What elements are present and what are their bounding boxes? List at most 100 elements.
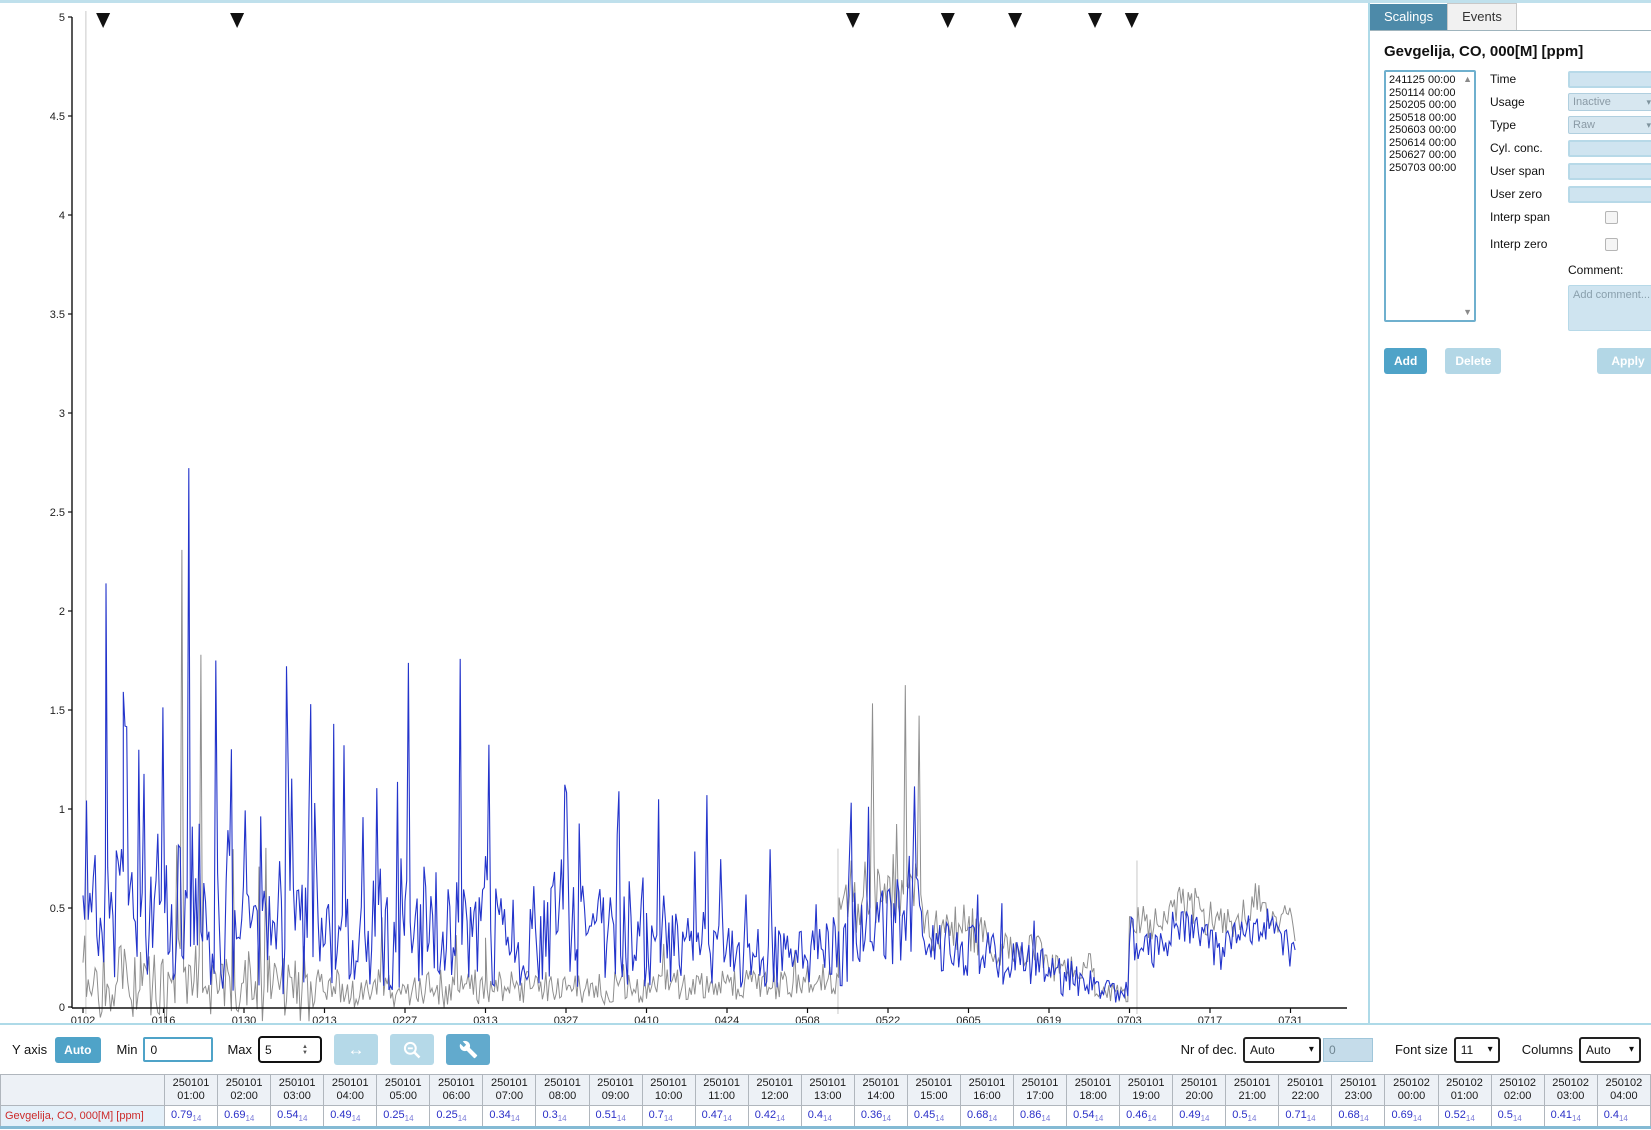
scaling-list-item[interactable]: 241125 00:00 [1389,74,1474,87]
scaling-list-item[interactable]: 250703 00:00 [1389,162,1474,175]
table-header-cell: 25010204:00 [1597,1075,1650,1106]
wrench-icon [459,1040,478,1059]
chart-panel: 54.543.532.521.510.500102011601300213022… [0,3,1370,1023]
cyl-conc-label: Cyl. conc. [1490,141,1568,155]
table-header-cell: 25010200:00 [1385,1075,1438,1106]
nr-of-dec-extra-input[interactable] [1323,1038,1373,1062]
table-header-cell: 25010104:00 [324,1075,377,1106]
comment-textarea[interactable] [1568,285,1651,331]
scaling-marker-icon[interactable] [96,13,110,28]
scaling-list-item[interactable]: 250205 00:00 [1389,99,1474,112]
y-tick-label: 4.5 [50,111,65,123]
type-label: Type [1490,118,1568,132]
scaling-marker-icon[interactable] [1008,13,1022,28]
user-span-label: User span [1490,164,1568,178]
usage-select[interactable]: Inactive▾ [1568,93,1651,111]
main-area: 54.543.532.521.510.500102011601300213022… [0,3,1651,1023]
table-header-cell: 25010109:00 [589,1075,642,1106]
table-value-cell: 0.7114 [1279,1106,1332,1128]
table-value-cell: 0.4514 [907,1106,960,1128]
scaling-buttons: Add Delete Apply [1370,334,1651,374]
table-value-cell: 0.6914 [218,1106,271,1128]
time-field[interactable] [1568,71,1651,88]
apply-button[interactable]: Apply [1597,348,1651,374]
x-tick-label: 0522 [876,1015,900,1023]
scaling-list-item[interactable]: 250603 00:00 [1389,124,1474,137]
y-tick-label: 2 [59,606,65,618]
scaling-marker-icon[interactable] [846,13,860,28]
x-tick-label: 0213 [312,1015,336,1023]
interp-span-label: Interp span [1490,210,1568,224]
table-value-cell: 0.2514 [430,1106,483,1128]
scroll-up-icon[interactable]: ▲ [1463,75,1472,84]
table-corner-cell [1,1075,165,1106]
table-header-cell: 25010119:00 [1120,1075,1173,1106]
min-label: Min [117,1042,138,1057]
x-tick-label: 0731 [1278,1015,1302,1023]
bottom-toolbar: Y axis Auto Min Max ▲▼ ↔ Nr of dec. Auto… [0,1023,1651,1074]
table-header-cell: 25010122:00 [1279,1075,1332,1106]
y-tick-label: 1.5 [50,705,65,717]
app-window: 54.543.532.521.510.500102011601300213022… [0,0,1651,1130]
columns-select[interactable]: Auto▾ [1579,1037,1641,1063]
user-span-field[interactable] [1568,163,1651,180]
delete-button[interactable]: Delete [1445,348,1501,374]
y-max-input[interactable] [265,1043,299,1057]
horizontal-arrows-icon: ↔ [348,1040,365,1060]
scroll-down-icon[interactable]: ▼ [1463,308,1472,317]
y-min-input[interactable] [143,1037,213,1062]
table-header-cell: 25010102:00 [218,1075,271,1106]
user-zero-label: User zero [1490,187,1568,201]
cyl-conc-field[interactable] [1568,140,1651,157]
table-value-cell: 0.314 [536,1106,589,1128]
y-tick-label: 2.5 [50,507,65,519]
y-axis-auto-button[interactable]: Auto [55,1037,100,1063]
zoom-out-button[interactable] [390,1034,434,1065]
table-value-cell: 0.414 [801,1106,854,1128]
table-value-cell: 0.4214 [748,1106,801,1128]
table-value-cell: 0.714 [642,1106,695,1128]
type-select[interactable]: Raw▾ [1568,116,1651,134]
interp-span-checkbox[interactable] [1605,211,1618,224]
table-header-cell: 25010103:00 [271,1075,324,1106]
y-tick-label: 1 [59,804,65,816]
table-value-cell: 0.3414 [483,1106,536,1128]
chevron-down-icon: ▾ [1629,1044,1634,1055]
tab-bar: Scalings Events [1370,3,1651,31]
scaling-listbox[interactable]: ▲ ▼ 241125 00:00250114 00:00250205 00:00… [1384,70,1476,322]
add-button[interactable]: Add [1384,348,1427,374]
time-label: Time [1490,72,1568,86]
nr-of-dec-select[interactable]: Auto▾ [1243,1037,1321,1063]
timeseries-chart[interactable]: 54.543.532.521.510.500102011601300213022… [0,3,1370,1023]
font-size-select[interactable]: 11▾ [1454,1037,1500,1063]
interp-zero-checkbox[interactable] [1605,238,1618,251]
x-tick-label: 0605 [956,1015,980,1023]
max-label: Max [227,1042,252,1057]
y-tick-label: 0.5 [50,903,65,915]
scaling-marker-icon[interactable] [230,13,244,28]
table-value-cell: 0.5414 [271,1106,324,1128]
table-header-cell: 25010101:00 [165,1075,218,1106]
scaling-marker-icon[interactable] [941,13,955,28]
scaling-marker-icon[interactable] [1088,13,1102,28]
tab-scalings[interactable]: Scalings [1370,4,1447,30]
y-tick-label: 4 [59,210,65,222]
scaling-list-item[interactable]: 250114 00:00 [1389,87,1474,100]
table-header-cell: 25010117:00 [1014,1075,1067,1106]
fit-horizontal-button[interactable]: ↔ [334,1034,378,1065]
tab-events[interactable]: Events [1447,3,1517,30]
scaling-marker-icon[interactable] [1125,13,1139,28]
x-tick-label: 0619 [1037,1015,1061,1023]
scaling-list-item[interactable]: 250627 00:00 [1389,149,1474,162]
x-tick-label: 0227 [393,1015,417,1023]
spinner-icon[interactable]: ▲▼ [302,1044,308,1056]
scaling-list-item[interactable]: 250614 00:00 [1389,137,1474,150]
user-zero-field[interactable] [1568,186,1651,203]
table-value-cell: 0.5214 [1438,1106,1491,1128]
table-header-cell: 25010113:00 [801,1075,854,1106]
interp-zero-label: Interp zero [1490,237,1568,251]
settings-button[interactable] [446,1034,490,1065]
scaling-list-item[interactable]: 250518 00:00 [1389,112,1474,125]
table-header-cell: 25010106:00 [430,1075,483,1106]
font-size-label: Font size [1395,1042,1448,1057]
